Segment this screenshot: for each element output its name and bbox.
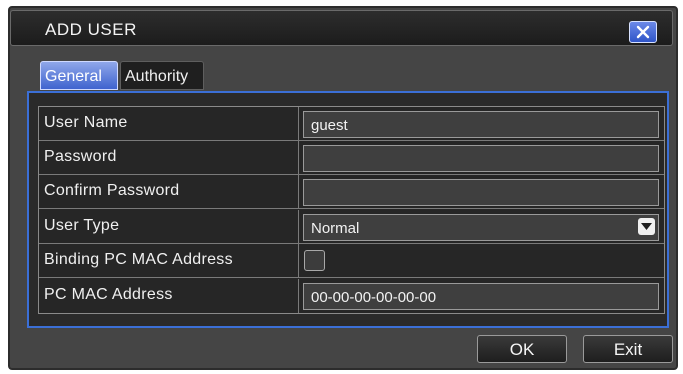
form-row-user-type: User Type Normal — [39, 210, 664, 244]
dialog-title-bar: ADD USER — [10, 10, 673, 46]
column-divider — [298, 244, 299, 277]
dropdown-arrow-button[interactable] — [638, 218, 655, 235]
dialog-title: ADD USER — [45, 20, 137, 39]
form-row-user-name: User Name guest — [39, 107, 664, 141]
pc-mac-address-input[interactable]: 00-00-00-00-00-00 — [303, 283, 659, 310]
user-name-input[interactable]: guest — [303, 111, 659, 138]
column-divider — [298, 279, 299, 313]
password-label: Password — [44, 148, 117, 165]
binding-pc-mac-label: Binding PC MAC Address — [44, 251, 233, 268]
form-row-pc-mac-address: PC MAC Address 00-00-00-00-00-00 — [39, 279, 664, 313]
ok-button[interactable]: OK — [477, 335, 567, 363]
chevron-down-icon — [641, 223, 652, 230]
form-row-confirm-password: Confirm Password — [39, 175, 664, 209]
column-divider — [298, 107, 299, 140]
close-button[interactable] — [629, 21, 657, 43]
close-icon — [636, 25, 650, 39]
user-name-label: User Name — [44, 114, 128, 131]
column-divider — [298, 141, 299, 174]
confirm-password-label: Confirm Password — [44, 182, 180, 199]
binding-pc-mac-checkbox[interactable] — [304, 250, 325, 271]
confirm-password-input[interactable] — [303, 179, 659, 206]
exit-button[interactable]: Exit — [583, 335, 673, 363]
user-form-table: User Name guest Password Confirm Passwor… — [38, 106, 665, 314]
tab-authority[interactable]: Authority — [120, 61, 204, 90]
tab-general[interactable]: General — [40, 61, 118, 90]
password-input[interactable] — [303, 145, 659, 172]
user-type-label: User Type — [44, 217, 120, 234]
pc-mac-address-label: PC MAC Address — [44, 286, 173, 303]
form-row-binding-pc-mac: Binding PC MAC Address — [39, 244, 664, 278]
user-type-value: Normal — [311, 220, 360, 237]
column-divider — [298, 175, 299, 208]
user-type-select[interactable]: Normal — [303, 214, 659, 241]
form-row-password: Password — [39, 141, 664, 175]
column-divider — [298, 210, 299, 243]
